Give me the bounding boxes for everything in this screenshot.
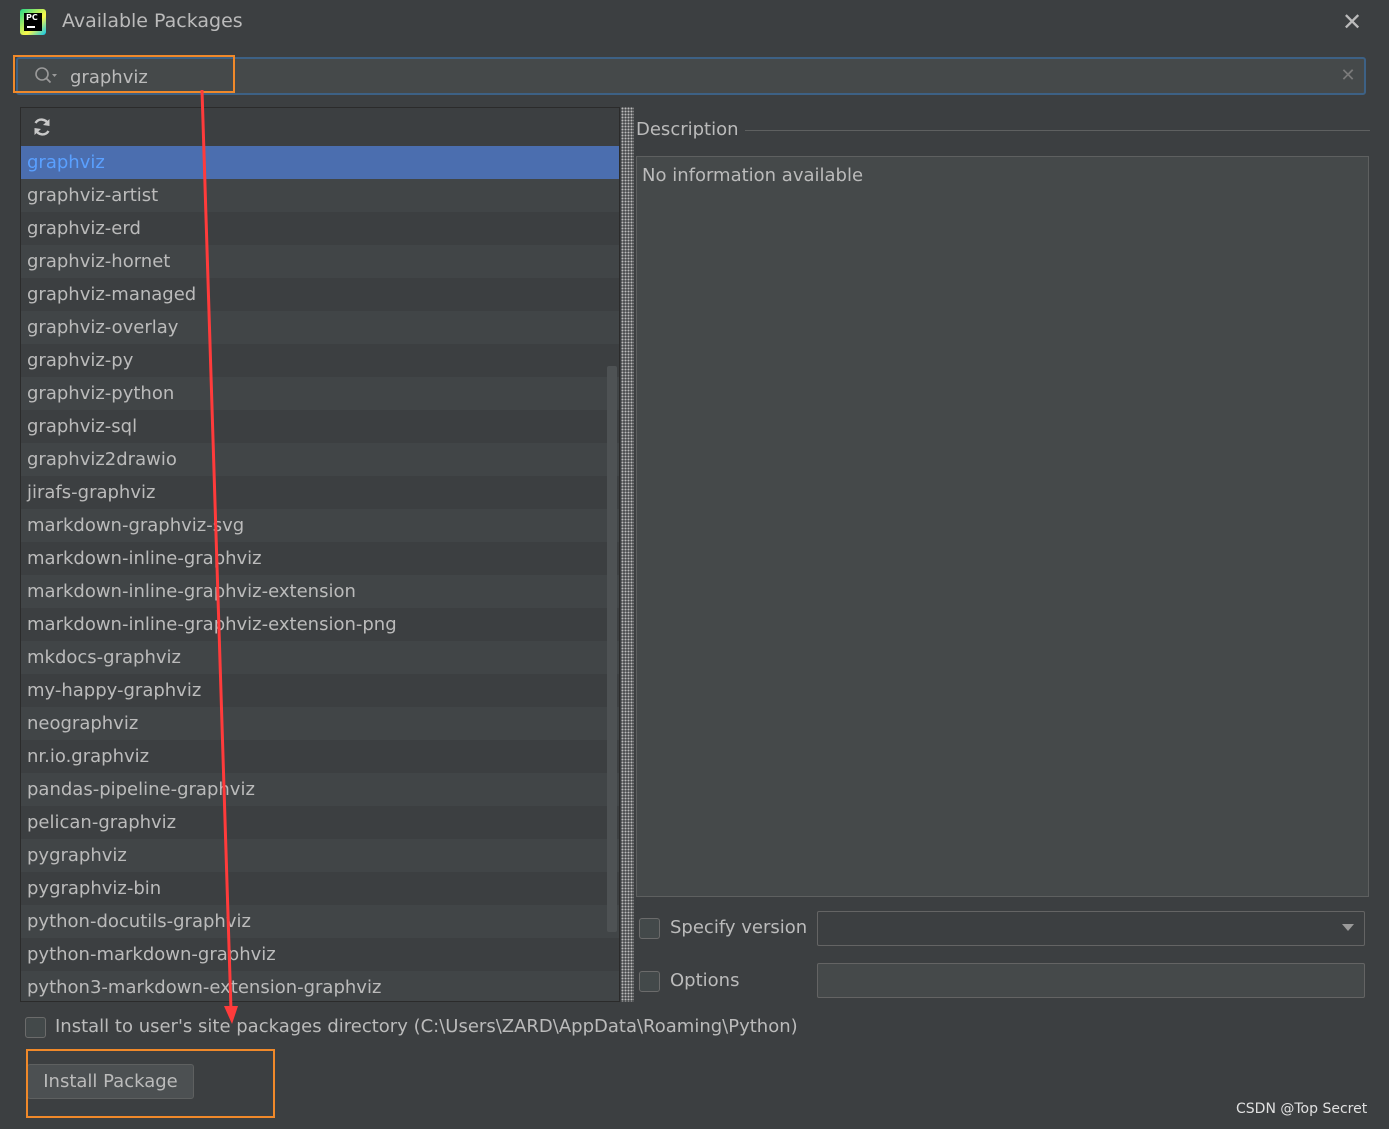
specify-version-label: Specify version bbox=[670, 917, 808, 938]
search-highlight-box bbox=[13, 55, 235, 93]
list-item[interactable]: graphviz-overlay bbox=[21, 311, 619, 344]
panel-splitter[interactable] bbox=[621, 107, 634, 1002]
options-input[interactable] bbox=[817, 963, 1365, 998]
list-item[interactable]: pygraphviz bbox=[21, 839, 619, 872]
list-item[interactable]: python-docutils-graphviz bbox=[21, 905, 619, 938]
list-item[interactable]: graphviz-sql bbox=[21, 410, 619, 443]
package-list-panel: graphviz graphviz-artist graphviz-erd graph… bbox=[20, 107, 620, 1002]
list-item[interactable]: python3-markdown-extension-graphviz bbox=[21, 971, 619, 1001]
list-item[interactable]: jirafs-graphviz bbox=[21, 476, 619, 509]
watermark: CSDN @Top Secret bbox=[1236, 1101, 1368, 1117]
list-item[interactable]: markdown-graphviz-svg bbox=[21, 509, 619, 542]
package-list: graphviz graphviz-artist graphviz-erd graph… bbox=[21, 146, 619, 1001]
site-packages-label: Install to user's site packages director… bbox=[55, 1016, 798, 1037]
list-item[interactable]: graphviz-hornet bbox=[21, 245, 619, 278]
list-item[interactable]: graphviz-erd bbox=[21, 212, 619, 245]
description-divider bbox=[745, 130, 1370, 131]
search-input[interactable] bbox=[70, 64, 1310, 90]
list-item[interactable]: markdown-inline-graphviz-extension-png bbox=[21, 608, 619, 641]
list-item[interactable]: graphviz bbox=[21, 146, 619, 179]
refresh-icon[interactable] bbox=[31, 116, 53, 138]
list-item[interactable]: my-happy-graphviz bbox=[21, 674, 619, 707]
list-item[interactable]: markdown-inline-graphviz-extension bbox=[21, 575, 619, 608]
install-highlight-box bbox=[26, 1049, 275, 1118]
options-label: Options bbox=[670, 970, 740, 991]
pycharm-icon: PC bbox=[20, 9, 46, 35]
list-item[interactable]: pandas-pipeline-graphviz bbox=[21, 773, 619, 806]
list-item[interactable]: nr.io.graphviz bbox=[21, 740, 619, 773]
list-item[interactable]: graphviz-python bbox=[21, 377, 619, 410]
list-item[interactable]: graphviz-artist bbox=[21, 179, 619, 212]
list-item[interactable]: graphviz-managed bbox=[21, 278, 619, 311]
specify-version-checkbox[interactable] bbox=[639, 918, 660, 939]
site-packages-checkbox[interactable] bbox=[25, 1017, 46, 1038]
list-item[interactable]: python-markdown-graphviz bbox=[21, 938, 619, 971]
app-icon-text: PC bbox=[26, 13, 38, 22]
dialog-title: Available Packages bbox=[62, 10, 243, 32]
title-bar: PC Available Packages ✕ bbox=[0, 0, 1389, 44]
list-item[interactable]: pygraphviz-bin bbox=[21, 872, 619, 905]
list-item[interactable]: graphviz-py bbox=[21, 344, 619, 377]
list-item[interactable]: graphviz2drawio bbox=[21, 443, 619, 476]
list-item[interactable]: pelican-graphviz bbox=[21, 806, 619, 839]
chevron-down-icon bbox=[1342, 924, 1354, 931]
list-item[interactable]: markdown-inline-graphviz bbox=[21, 542, 619, 575]
description-text: No information available bbox=[642, 165, 864, 186]
options-checkbox[interactable] bbox=[639, 971, 660, 992]
list-scrollbar[interactable] bbox=[607, 366, 617, 932]
description-label: Description bbox=[636, 119, 739, 140]
list-item[interactable]: neographviz bbox=[21, 707, 619, 740]
clear-icon[interactable]: ✕ bbox=[1338, 66, 1358, 86]
close-icon[interactable]: ✕ bbox=[1338, 8, 1366, 36]
version-select[interactable] bbox=[817, 911, 1365, 946]
description-box: No information available bbox=[636, 156, 1369, 897]
list-item[interactable]: mkdocs-graphviz bbox=[21, 641, 619, 674]
